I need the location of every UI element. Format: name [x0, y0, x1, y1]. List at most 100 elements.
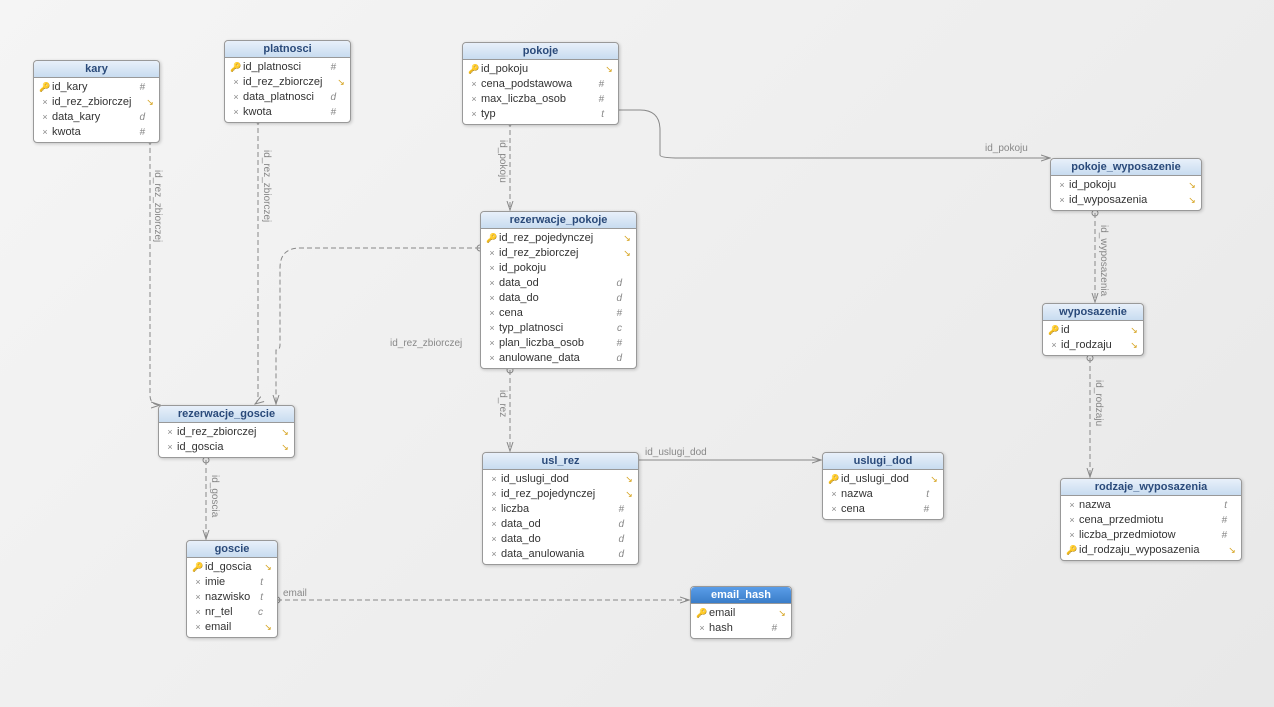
entity-header[interactable]: pokoje_wyposazenie — [1051, 159, 1201, 176]
key-icon: 🔑 — [1065, 543, 1079, 558]
entity-body: 🔑email↘×hash# — [691, 604, 791, 638]
entity-body: ×id_pokoju↘×id_wyposazenia↘ — [1051, 176, 1201, 210]
column-type: c — [253, 605, 263, 620]
column-type: # — [612, 336, 622, 351]
column-name: id_rez_pojedynczej — [501, 487, 614, 502]
entity-header[interactable]: email_hash — [691, 587, 791, 604]
x-icon: × — [485, 306, 499, 321]
arrow-icon: ↘ — [263, 560, 273, 575]
x-icon: × — [487, 502, 501, 517]
entity-header[interactable]: usl_rez — [483, 453, 638, 470]
column-name: id_goscia — [177, 440, 270, 455]
key-icon: 🔑 — [1047, 323, 1061, 338]
rel-label: email — [283, 588, 307, 599]
column-row: ×kwota# — [225, 105, 350, 120]
entity-goscie[interactable]: goscie🔑id_goscia↘×imiet×nazwiskot×nr_tel… — [186, 540, 278, 638]
column-name: id_rodzaju_wyposazenia — [1079, 543, 1217, 558]
column-name: data_anulowania — [501, 547, 614, 562]
key-icon: 🔑 — [695, 606, 709, 621]
rel-label: id_wyposazenia — [1098, 225, 1109, 296]
column-row: ×liczba_przedmiotow# — [1061, 528, 1241, 543]
x-icon: × — [827, 502, 841, 517]
column-name: cena — [499, 306, 612, 321]
entity-rezerwacje_goscie[interactable]: rezerwacje_goscie×id_rez_zbiorczej↘×id_g… — [158, 405, 295, 458]
column-name: data_do — [501, 532, 614, 547]
entity-platnosci[interactable]: platnosci🔑id_platnosci#×id_rez_zbiorczej… — [224, 40, 351, 123]
entity-header[interactable]: goscie — [187, 541, 277, 558]
entity-kary[interactable]: kary🔑id_kary#×id_rez_zbiorczej↘×data_kar… — [33, 60, 160, 143]
column-row: ×nazwiskot — [187, 590, 277, 605]
column-row: ×typ_platnoscic — [481, 321, 636, 336]
x-icon: × — [827, 487, 841, 502]
entity-header[interactable]: uslugi_dod — [823, 453, 943, 470]
entity-header[interactable]: pokoje — [463, 43, 618, 60]
entity-header[interactable]: platnosci — [225, 41, 350, 58]
column-row: ×data_dod — [483, 532, 638, 547]
key-icon: 🔑 — [485, 231, 499, 246]
entity-pokoje_wyposazenie[interactable]: pokoje_wyposazenie×id_pokoju↘×id_wyposaz… — [1050, 158, 1202, 211]
entity-body: ×id_rez_zbiorczej↘×id_goscia↘ — [159, 423, 294, 457]
entity-header[interactable]: rodzaje_wyposazenia — [1061, 479, 1241, 496]
rel-label: id_pokoju — [985, 143, 1028, 154]
entity-usl_rez[interactable]: usl_rez×id_uslugi_dod↘×id_rez_pojedyncze… — [482, 452, 639, 565]
column-type: d — [135, 110, 145, 125]
column-type: t — [253, 590, 263, 605]
entity-wyposazenie[interactable]: wyposazenie🔑id↘×id_rodzaju↘ — [1042, 303, 1144, 356]
entity-header[interactable]: wyposazenie — [1043, 304, 1143, 321]
arrow-icon: ↘ — [622, 231, 632, 246]
column-type: d — [614, 532, 624, 547]
rel-label: id_rez_zbiorczej — [152, 170, 163, 242]
key-icon: 🔑 — [191, 560, 205, 575]
entity-email_hash[interactable]: email_hash🔑email↘×hash# — [690, 586, 792, 639]
column-row: 🔑id_rodzaju_wyposazenia↘ — [1061, 543, 1241, 558]
arrow-icon: ↘ — [145, 95, 155, 110]
x-icon: × — [485, 261, 499, 276]
rel-label: id_rez_zbiorczej — [390, 338, 462, 349]
entity-header[interactable]: rezerwacje_goscie — [159, 406, 294, 423]
column-name: hash — [709, 621, 767, 636]
column-type: t — [1217, 498, 1227, 513]
column-type: # — [767, 621, 777, 636]
x-icon: × — [485, 321, 499, 336]
x-icon: × — [229, 75, 243, 90]
column-name: imie — [205, 575, 253, 590]
column-row: ×hash# — [691, 621, 791, 636]
key-icon: 🔑 — [229, 60, 243, 75]
x-icon: × — [38, 110, 52, 125]
x-icon: × — [1055, 193, 1069, 208]
column-row: ×id_rez_zbiorczej↘ — [481, 246, 636, 261]
column-name: id_goscia — [205, 560, 253, 575]
arrow-icon: ↘ — [624, 472, 634, 487]
x-icon: × — [487, 517, 501, 532]
column-name: id_wyposazenia — [1069, 193, 1177, 208]
column-row: ×nr_telc — [187, 605, 277, 620]
arrow-icon: ↘ — [1187, 178, 1197, 193]
column-name: kwota — [52, 125, 135, 140]
entity-rezerwacje_pokoje[interactable]: rezerwacje_pokoje 🔑id_rez_pojedynczej↘×id… — [480, 211, 637, 369]
arrow-icon: ↘ — [929, 472, 939, 487]
column-name: typ_platnosci — [499, 321, 612, 336]
entity-pokoje[interactable]: pokoje🔑id_pokoju↘×cena_podstawowa#×max_l… — [462, 42, 619, 125]
column-type: # — [614, 502, 624, 517]
rel-label: id_rodzaju — [1093, 380, 1104, 426]
column-row: ×id_rodzaju↘ — [1043, 338, 1143, 353]
column-name: id_rez_zbiorczej — [177, 425, 270, 440]
entity-header[interactable]: rezerwacje_pokoje — [481, 212, 636, 229]
arrow-icon: ↘ — [777, 606, 787, 621]
column-name: id_pokoju — [481, 62, 594, 77]
column-type: # — [1217, 528, 1227, 543]
entity-rodzaje_wyposazenia[interactable]: rodzaje_wyposazenia×nazwat×cena_przedmio… — [1060, 478, 1242, 561]
column-name: typ — [481, 107, 594, 122]
key-icon: 🔑 — [467, 62, 481, 77]
column-type: c — [612, 321, 622, 336]
entity-uslugi_dod[interactable]: uslugi_dod🔑id_uslugi_dod↘×nazwat×cena# — [822, 452, 944, 520]
column-type: d — [614, 517, 624, 532]
x-icon: × — [1065, 528, 1079, 543]
column-type: # — [919, 502, 929, 517]
column-type: # — [594, 92, 604, 107]
column-row: 🔑id_rez_pojedynczej↘ — [481, 231, 636, 246]
entity-header[interactable]: kary — [34, 61, 159, 78]
column-name: nazwisko — [205, 590, 253, 605]
column-name: id_uslugi_dod — [501, 472, 614, 487]
arrow-icon: ↘ — [1187, 193, 1197, 208]
